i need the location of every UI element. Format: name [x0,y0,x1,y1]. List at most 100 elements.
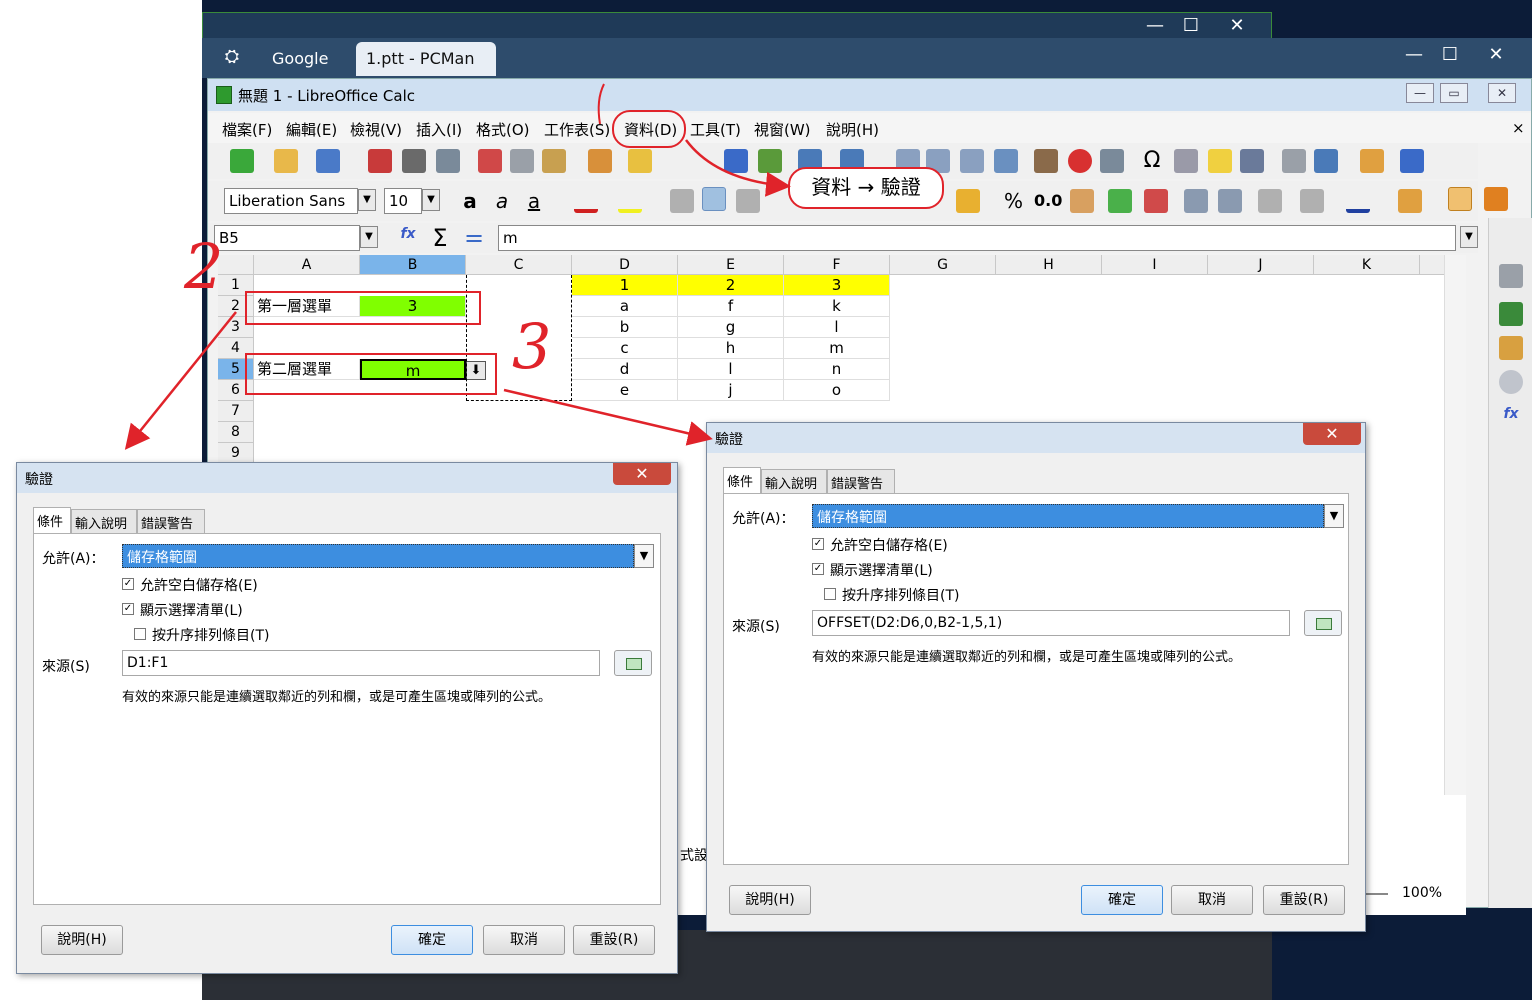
cell-F5[interactable]: n [784,359,890,380]
decrease-indent-icon[interactable] [1218,189,1242,213]
equals-icon[interactable]: = [462,224,486,252]
shrink-dialog-icon[interactable] [1304,610,1342,636]
chevron-down-icon[interactable]: ▼ [422,189,440,211]
zoom-level[interactable]: 100% [1402,885,1442,901]
maximize-icon[interactable]: ☐ [1169,13,1213,39]
tab-criteria[interactable]: 條件 [723,467,761,493]
decimal-format-icon[interactable]: 0.0 [1034,191,1062,210]
chevron-down-icon[interactable]: ▼ [360,226,378,248]
maximize-icon[interactable]: ▭ [1440,83,1468,103]
open-folder-icon[interactable] [274,149,298,173]
close-icon[interactable]: ✕ [613,463,671,485]
cell-D3[interactable]: b [572,317,678,338]
sum-icon[interactable]: Σ [428,224,452,252]
cell-F1[interactable]: 3 [784,275,890,296]
menu-file[interactable]: 檔案(F) [222,119,272,140]
add-decimal-icon[interactable] [1108,189,1132,213]
sort-icon[interactable] [960,149,984,173]
cut-icon[interactable] [478,149,502,173]
close-icon[interactable]: ✕ [1215,13,1259,39]
navigator-sidebar-icon[interactable] [1499,370,1523,394]
column-header[interactable]: F [784,255,890,275]
tab-input-help[interactable]: 輸入說明 [71,509,137,533]
allow-select[interactable]: 儲存格範圍 [122,544,634,568]
sidebar-toggle-icon[interactable] [1448,187,1472,211]
chevron-down-icon[interactable]: ▼ [358,189,376,211]
styles-icon[interactable] [1499,302,1523,326]
column-header[interactable]: D [572,255,678,275]
align-left-icon[interactable] [670,189,694,213]
column-header[interactable]: I [1102,255,1208,275]
menu-format[interactable]: 格式(O) [476,119,530,140]
tab-error-alert[interactable]: 錯誤警告 [827,469,895,493]
tab-pcman[interactable]: 1.ptt - PCMan [356,42,496,76]
reset-button[interactable]: 重設(R) [1263,885,1345,915]
spelling-icon[interactable] [758,149,782,173]
cell-E5[interactable]: l [678,359,784,380]
sort-entries-checkbox[interactable] [824,588,836,600]
date-format-icon[interactable] [1070,189,1094,213]
align-center-icon[interactable] [702,187,726,211]
chevron-down-icon[interactable]: ▼ [1324,504,1344,528]
font-color-icon[interactable] [574,189,598,213]
menu-tools[interactable]: 工具(T) [690,119,741,140]
column-header[interactable]: J [1208,255,1314,275]
align-right-icon[interactable] [736,189,760,213]
font-name-field[interactable]: Liberation Sans [224,188,358,214]
freeze-icon[interactable] [1314,149,1338,173]
cell-D5[interactable]: d [572,359,678,380]
close-icon[interactable]: ✕ [1474,42,1518,68]
cell-F6[interactable]: o [784,380,890,401]
name-box[interactable]: B5 [214,225,360,251]
conditional-format-icon[interactable] [1398,189,1422,213]
new-spreadsheet-icon[interactable] [230,149,254,173]
close-icon[interactable]: ✕ [1303,423,1361,445]
reset-button[interactable]: 重設(R) [573,925,655,955]
cell-E2[interactable]: f [678,296,784,317]
cell-E6[interactable]: j [678,380,784,401]
print-icon[interactable] [402,149,426,173]
menu-window[interactable]: 視窗(W) [754,119,811,140]
print-range-icon[interactable] [1282,149,1306,173]
tab-google[interactable]: Google [262,42,354,76]
column-header[interactable]: C [466,255,572,275]
functions-icon[interactable]: fx [1499,406,1523,430]
menu-help[interactable]: 說明(H) [826,119,879,140]
vertical-scrollbar[interactable] [1444,255,1466,795]
chevron-down-icon[interactable]: ▼ [634,544,654,568]
cell-F4[interactable]: m [784,338,890,359]
allow-select[interactable]: 儲存格範圍 [812,504,1324,528]
row-header[interactable]: 8 [218,422,254,443]
cell-D6[interactable]: e [572,380,678,401]
cell-E1[interactable]: 2 [678,275,784,296]
maximize-icon[interactable]: ☐ [1428,42,1472,68]
properties-icon[interactable] [1499,264,1523,288]
sort-entries-checkbox[interactable] [134,628,146,640]
cell-D4[interactable]: c [572,338,678,359]
ok-button[interactable]: 確定 [1081,885,1163,915]
increase-indent-icon[interactable] [1184,189,1208,213]
copy-icon[interactable] [510,149,534,173]
special-character-icon[interactable]: Ω [1140,149,1164,173]
column-header[interactable]: K [1314,255,1420,275]
paste-icon[interactable] [542,149,566,173]
cell-E4[interactable]: h [678,338,784,359]
export-pdf-icon[interactable] [368,149,392,173]
column-header[interactable]: H [996,255,1102,275]
source-input[interactable]: D1:F1 [122,650,600,676]
close-document-icon[interactable]: × [1512,119,1525,137]
tab-criteria[interactable]: 條件 [33,507,71,533]
column-header[interactable]: A [254,255,360,275]
cell-E3[interactable]: g [678,317,784,338]
navigator-icon[interactable] [1400,149,1424,173]
tab-input-help[interactable]: 輸入說明 [761,469,827,493]
insert-chart-icon[interactable] [1068,149,1092,173]
undo-icon[interactable] [628,149,652,173]
percent-format-icon[interactable]: % [1004,189,1023,213]
find-replace-icon[interactable] [724,149,748,173]
chart-toolbar-icon[interactable] [1484,187,1508,211]
ok-button[interactable]: 確定 [391,925,473,955]
border-style-icon[interactable] [1300,189,1324,213]
autofilter-icon[interactable] [994,149,1018,173]
delete-decimal-icon[interactable] [1144,189,1168,213]
